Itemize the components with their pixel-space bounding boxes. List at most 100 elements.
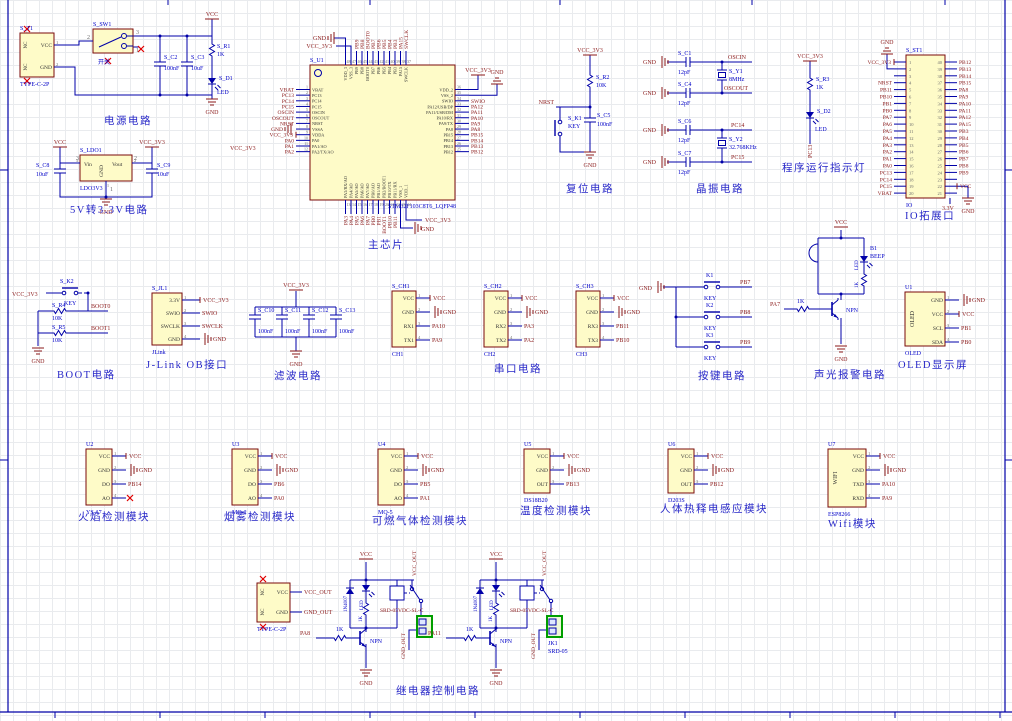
pushbutton[interactable]: [700, 341, 724, 350]
label-net[interactable]: VCC_3V3: [306, 44, 332, 50]
gnd-symbol[interactable]: [327, 32, 335, 44]
resistor[interactable]: [331, 634, 349, 642]
pushbutton[interactable]: [700, 311, 724, 320]
caption-oled-display[interactable]: OLED显示屏: [898, 359, 968, 371]
gnd-symbol[interactable]: [491, 77, 503, 85]
gnd-symbol[interactable]: GND: [206, 98, 220, 116]
label-net[interactable]: VCC_3V3: [12, 292, 38, 298]
resistor[interactable]: [806, 74, 814, 94]
label-net[interactable]: SRD-05VDC-SL-C: [380, 608, 424, 614]
wire[interactable]: [66, 40, 93, 46]
label-text[interactable]: KEY: [568, 124, 581, 130]
smoke-sensor[interactable]: U3MQ-21VCC VCC2GND GND3DO PB64AO PA0: [231, 442, 299, 516]
label-text[interactable]: 12pF: [678, 70, 691, 76]
label-text[interactable]: LED: [360, 600, 365, 610]
ldo-regulator[interactable]: S_LDO1 LDO3V3 Vin Vout GND 3 2 1: [68, 148, 144, 193]
label-text[interactable]: 12pF: [678, 170, 691, 176]
io-expansion-header[interactable]: S_ST1IO1VCC_3V3234NRST5PB116PB107PB18PB0…: [867, 48, 971, 209]
caption-relay-circuit[interactable]: 继电器控制电路: [396, 684, 480, 697]
label-text[interactable]: 1: [136, 48, 139, 54]
label-text[interactable]: 8MHz: [729, 77, 745, 83]
caption-key-circuit[interactable]: 按键电路: [698, 369, 746, 382]
pir-sensor[interactable]: U6D203S1VCC VCC2GND GND3OUT PB12: [667, 442, 735, 504]
caption-5v-to-3v3[interactable]: 5V转3.3V电路: [70, 203, 149, 216]
wire[interactable]: [334, 37, 346, 51]
label-net[interactable]: PC14: [731, 123, 744, 129]
label-text[interactable]: S_C6: [678, 119, 691, 125]
caption-flame-module[interactable]: 火焰检测模块: [78, 510, 150, 523]
label-text[interactable]: 10uF: [191, 66, 204, 72]
power-switch-symbol[interactable]: [87, 28, 134, 54]
gnd-symbol[interactable]: [881, 47, 893, 55]
wire[interactable]: [400, 214, 414, 229]
label-text[interactable]: K1: [706, 273, 713, 279]
label-text[interactable]: 1K: [855, 282, 860, 289]
label-net[interactable]: GND: [421, 227, 435, 233]
label-net[interactable]: VCC_OUT: [542, 550, 548, 576]
npn-transistor[interactable]: [484, 627, 497, 649]
resistor[interactable]: [461, 634, 479, 642]
label-net[interactable]: PB9: [740, 340, 750, 346]
label-text[interactable]: S_C3: [191, 55, 204, 61]
label-net[interactable]: PA8: [300, 631, 310, 637]
vcc3v3-flag[interactable]: VCC_3V3: [797, 54, 823, 62]
label-text[interactable]: 1K: [336, 627, 344, 633]
vcc3v3-flag[interactable]: VCC_3V3: [139, 140, 165, 148]
label-net[interactable]: NRST: [539, 100, 555, 106]
label-text[interactable]: S_Y2: [729, 137, 743, 143]
wire[interactable]: [408, 629, 417, 650]
vcc-flag[interactable]: VCC: [205, 12, 219, 20]
label-text[interactable]: 100nF: [339, 329, 355, 335]
vcc-flag[interactable]: VCC: [53, 140, 67, 148]
pushbutton[interactable]: [58, 287, 82, 296]
wire[interactable]: [336, 45, 352, 51]
jlink-ob-header[interactable]: S_JL1 JLink 1 3.3V VCC_3V3 2 SWIO SWIO 3 SWCLK SWC…: [151, 286, 229, 356]
label-text[interactable]: S_C12: [312, 308, 328, 314]
crystal[interactable]: [717, 69, 727, 81]
relay-coil[interactable]: [519, 585, 535, 601]
wire[interactable]: [84, 292, 89, 311]
resistor[interactable]: [794, 305, 812, 313]
gnd-symbol[interactable]: GND: [32, 347, 46, 365]
serial-header-3[interactable]: S_CH3CH31VCC VCC2GND GND3RX3 PB114TX3 PB10: [575, 284, 641, 358]
gnd-symbol[interactable]: GND: [835, 345, 849, 363]
label-text[interactable]: S_C1: [678, 51, 691, 57]
caption-temp-module[interactable]: 温度检测模块: [520, 504, 592, 517]
gnd-symbol[interactable]: GND: [360, 669, 374, 687]
wire[interactable]: [538, 629, 547, 650]
label-text[interactable]: 100nF: [164, 66, 180, 72]
resistor[interactable]: [51, 307, 69, 315]
caption-boot-circuit[interactable]: BOOT电路: [57, 368, 116, 381]
label-text[interactable]: S_C11: [285, 308, 301, 314]
label-net[interactable]: GND_OUT: [401, 632, 407, 659]
npn-transistor[interactable]: [826, 298, 839, 320]
label-text[interactable]: 12pF: [678, 138, 691, 144]
label-text[interactable]: S_D2: [817, 109, 831, 115]
resistor[interactable]: [860, 270, 868, 290]
label-text[interactable]: 1K: [359, 616, 364, 623]
wifi-module[interactable]: U7ESP8266WIFI1VCC VCC2GND GND3TXD PA104RXD P…: [827, 442, 907, 518]
label-net[interactable]: GND: [643, 91, 657, 97]
vcc-flag[interactable]: VCC: [489, 552, 503, 560]
label-text[interactable]: S_C2: [164, 55, 177, 61]
relay-contact[interactable]: [409, 584, 424, 604]
label-text[interactable]: 1K: [466, 627, 474, 633]
label-net[interactable]: BOOT0: [91, 304, 110, 310]
caption-smoke-module[interactable]: 烟雾检测模块: [224, 510, 296, 523]
npn-transistor[interactable]: [354, 627, 367, 649]
caption-pir-module[interactable]: 人体热释电感应模块: [660, 502, 768, 515]
label-net[interactable]: PB7: [740, 280, 750, 286]
label-net[interactable]: OSCOUT: [724, 86, 748, 92]
capacitor[interactable]: [676, 157, 700, 167]
vcc3v3-flag[interactable]: VCC_3V3: [577, 48, 603, 56]
caption-gas-module[interactable]: 可燃气体检测模块: [372, 514, 468, 527]
label-text[interactable]: JK1: [548, 641, 558, 647]
caption-main-chip[interactable]: 主芯片: [368, 238, 404, 251]
vcc3v3-flag[interactable]: VCC_3V3: [465, 68, 491, 76]
label-net[interactable]: PC13: [808, 145, 814, 158]
label-net[interactable]: VCC_OUT: [412, 550, 418, 576]
label-net[interactable]: OSCIN: [728, 55, 747, 61]
caption-serial-circuit[interactable]: 串口电路: [494, 362, 542, 375]
label-text[interactable]: S_D1: [219, 76, 233, 82]
gnd-symbol[interactable]: GND: [490, 669, 504, 687]
